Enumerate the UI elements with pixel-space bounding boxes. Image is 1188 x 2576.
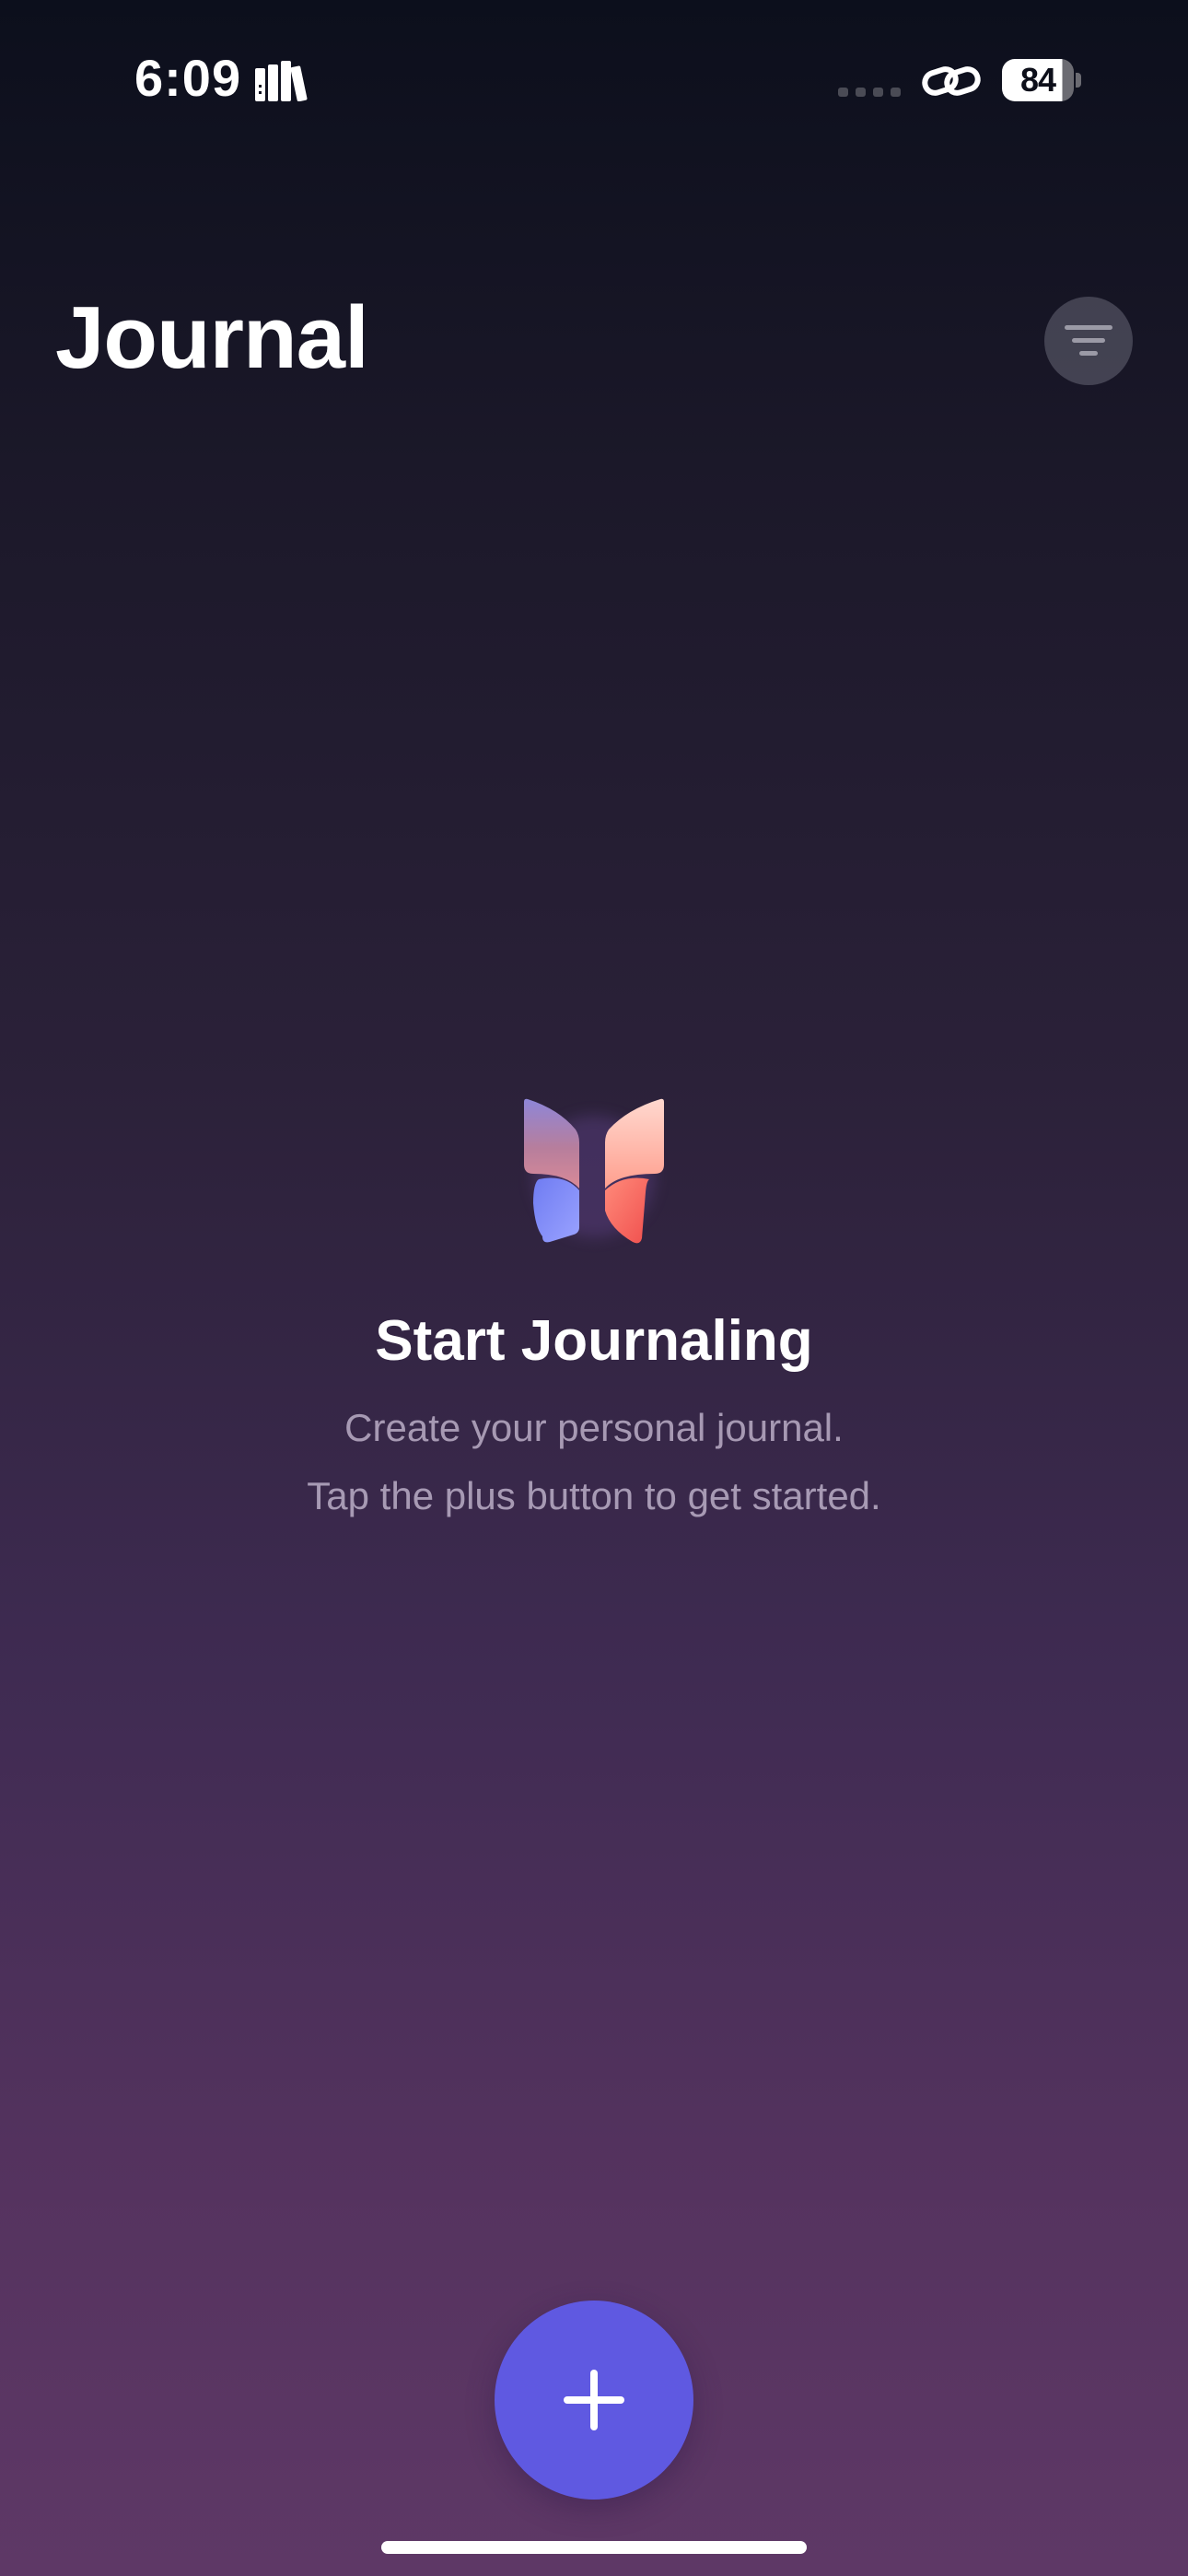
battery-body: 84 bbox=[1002, 59, 1074, 101]
plus-icon bbox=[564, 2370, 624, 2430]
status-bar: 6:09 84 bbox=[0, 0, 1188, 157]
link-icon bbox=[922, 66, 981, 96]
journal-app-logo bbox=[524, 1098, 664, 1244]
filter-lines-icon bbox=[1065, 325, 1112, 356]
library-books-icon bbox=[255, 61, 308, 101]
cellular-dots-icon bbox=[838, 88, 901, 97]
home-indicator[interactable] bbox=[381, 2541, 807, 2554]
journal-screen: 6:09 84 Journal Start Journaling Create … bbox=[0, 0, 1188, 2576]
filter-button[interactable] bbox=[1044, 297, 1133, 385]
battery-level: 84 bbox=[1019, 61, 1056, 99]
empty-state-title: Start Journaling bbox=[375, 1309, 813, 1373]
add-entry-button[interactable] bbox=[495, 2301, 693, 2500]
page-title: Journal bbox=[55, 288, 369, 387]
status-time: 6:09 bbox=[134, 49, 242, 107]
battery-indicator: 84 bbox=[1002, 59, 1081, 101]
empty-state-line-2: Tap the plus button to get started. bbox=[307, 1474, 881, 1517]
battery-cap bbox=[1076, 73, 1081, 88]
empty-state-line-1: Create your personal journal. bbox=[344, 1406, 844, 1449]
